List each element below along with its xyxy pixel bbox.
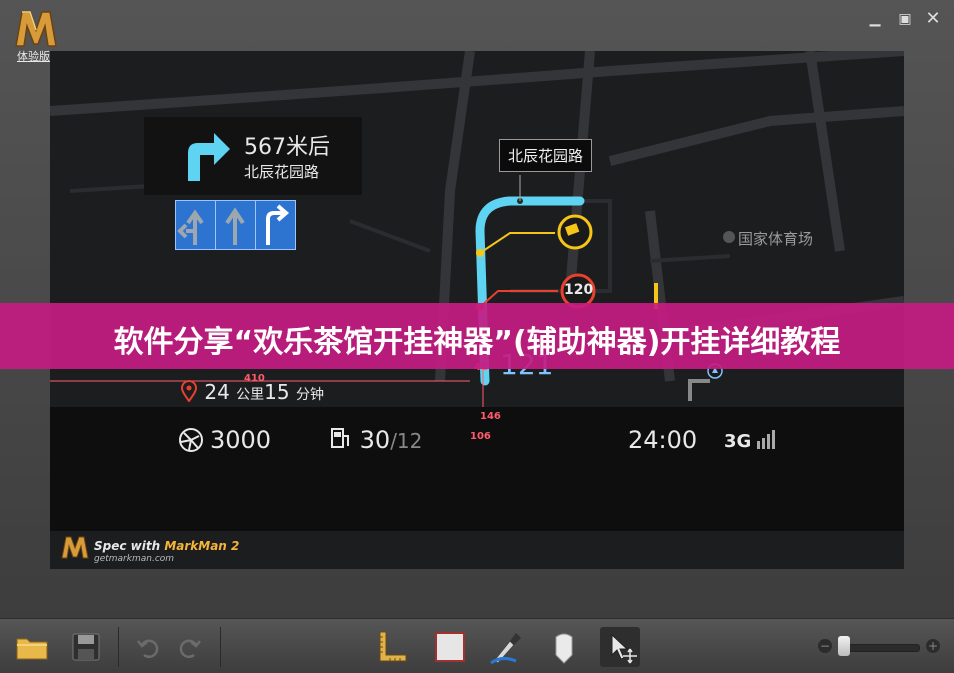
bottom-info-panel xyxy=(50,407,904,531)
signal-strength-icon xyxy=(757,430,775,449)
marker-icon[interactable] xyxy=(544,627,584,667)
fuel-info: 30/12 xyxy=(330,426,422,454)
redo-icon[interactable] xyxy=(170,627,210,667)
location-pin-icon xyxy=(180,380,198,403)
watermark-brand: MarkMan 2 xyxy=(164,539,240,553)
poi-label: 国家体育场 xyxy=(738,230,814,248)
remaining-distance: 24 xyxy=(204,380,230,404)
rectangle-icon[interactable] xyxy=(430,627,470,667)
remaining-time-unit: 分钟 xyxy=(295,387,324,403)
lane-guidance xyxy=(175,200,296,250)
remaining-time: 15 xyxy=(264,380,290,404)
zoom-in-button[interactable]: + xyxy=(926,639,940,653)
measure-label[interactable]: 146 xyxy=(480,411,501,422)
close-button[interactable]: ✕ xyxy=(924,10,942,28)
lane-divider xyxy=(215,201,216,249)
toolbar-separator xyxy=(118,627,119,667)
turn-right-icon xyxy=(188,133,230,181)
road-callout: 北辰花园路 xyxy=(499,139,593,172)
turn-distance: 567米后 xyxy=(244,135,330,160)
measure-label[interactable]: 410 xyxy=(244,373,265,384)
clock: 24:00 xyxy=(628,426,698,454)
app-window: 体验版 ▁ ▣ ✕ 567米后 北辰花园路 北辰花园路 国家体育场 120 24… xyxy=(0,0,954,673)
zoom-slider-thumb[interactable] xyxy=(838,636,850,656)
speed-limit-value: 120 xyxy=(564,282,594,298)
lane-straight-left-icon xyxy=(177,209,204,245)
turn-instruction-card: 567米后 北辰花园路 xyxy=(144,117,362,195)
markman-watermark-icon xyxy=(61,536,89,559)
fuel-pump-icon xyxy=(331,428,349,448)
lane-straight-icon xyxy=(225,207,245,245)
folder-icon[interactable] xyxy=(12,627,52,667)
overlay-banner: 软件分享“欢乐茶馆开挂神器”(辅助神器)开挂详细教程 xyxy=(0,303,954,369)
fuel-total: /12 xyxy=(390,429,423,453)
next-road-name: 北辰花园路 xyxy=(244,163,320,181)
maximize-button[interactable]: ▣ xyxy=(896,10,914,28)
toolbar-separator xyxy=(220,627,221,667)
save-icon[interactable] xyxy=(66,627,106,667)
speedometer-icon xyxy=(179,428,203,452)
watermark-prefix: Spec with xyxy=(94,539,165,553)
minimize-button[interactable]: ▁ xyxy=(866,10,884,28)
zoom-slider-track[interactable] xyxy=(838,644,920,652)
watermark-url: getmarkman.com xyxy=(94,554,175,564)
zoom-out-button[interactable]: − xyxy=(818,639,832,653)
bottom-toolbar: − + xyxy=(0,618,954,673)
fuel-current: 30 xyxy=(359,426,391,454)
engine-speed: 3000 xyxy=(210,426,272,454)
watermark-text: Spec with MarkMan 2 xyxy=(94,539,239,553)
remaining-distance-unit: 公里 xyxy=(236,387,265,403)
edition-label[interactable]: 体验版 xyxy=(17,48,50,64)
ruler-icon[interactable] xyxy=(372,627,412,667)
lane-divider xyxy=(255,201,256,249)
banner-text: 软件分享“欢乐茶馆开挂神器”(辅助神器)开挂详细教程 xyxy=(113,325,841,360)
color-picker-icon[interactable] xyxy=(486,627,526,667)
lane-right-turn-icon xyxy=(266,204,290,245)
undo-icon[interactable] xyxy=(128,627,168,667)
measure-label[interactable]: 106 xyxy=(470,431,491,442)
move-tool-icon[interactable] xyxy=(600,627,640,667)
network-type: 3G xyxy=(724,431,752,452)
